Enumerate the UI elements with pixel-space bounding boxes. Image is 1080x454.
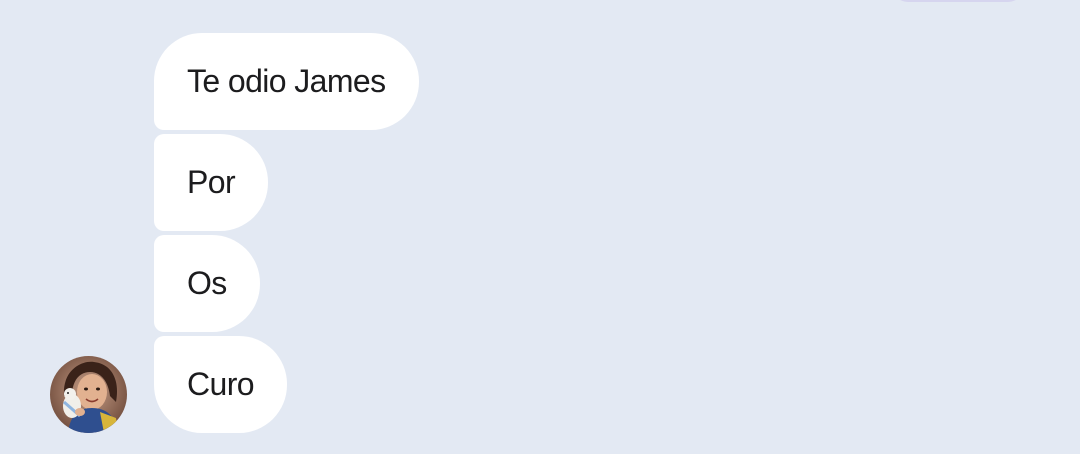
message-bubble[interactable]: Os — [154, 235, 260, 332]
message-bubble[interactable]: Por — [154, 134, 268, 231]
sender-avatar[interactable] — [50, 356, 127, 433]
outgoing-message-bubble-partial[interactable] — [892, 0, 1024, 2]
message-bubble[interactable]: Te odio James — [154, 33, 419, 130]
message-bubble[interactable]: Curo — [154, 336, 287, 433]
avatar-photo-icon — [50, 356, 127, 433]
message-group: Te odio James Por Os Curo — [154, 33, 419, 433]
